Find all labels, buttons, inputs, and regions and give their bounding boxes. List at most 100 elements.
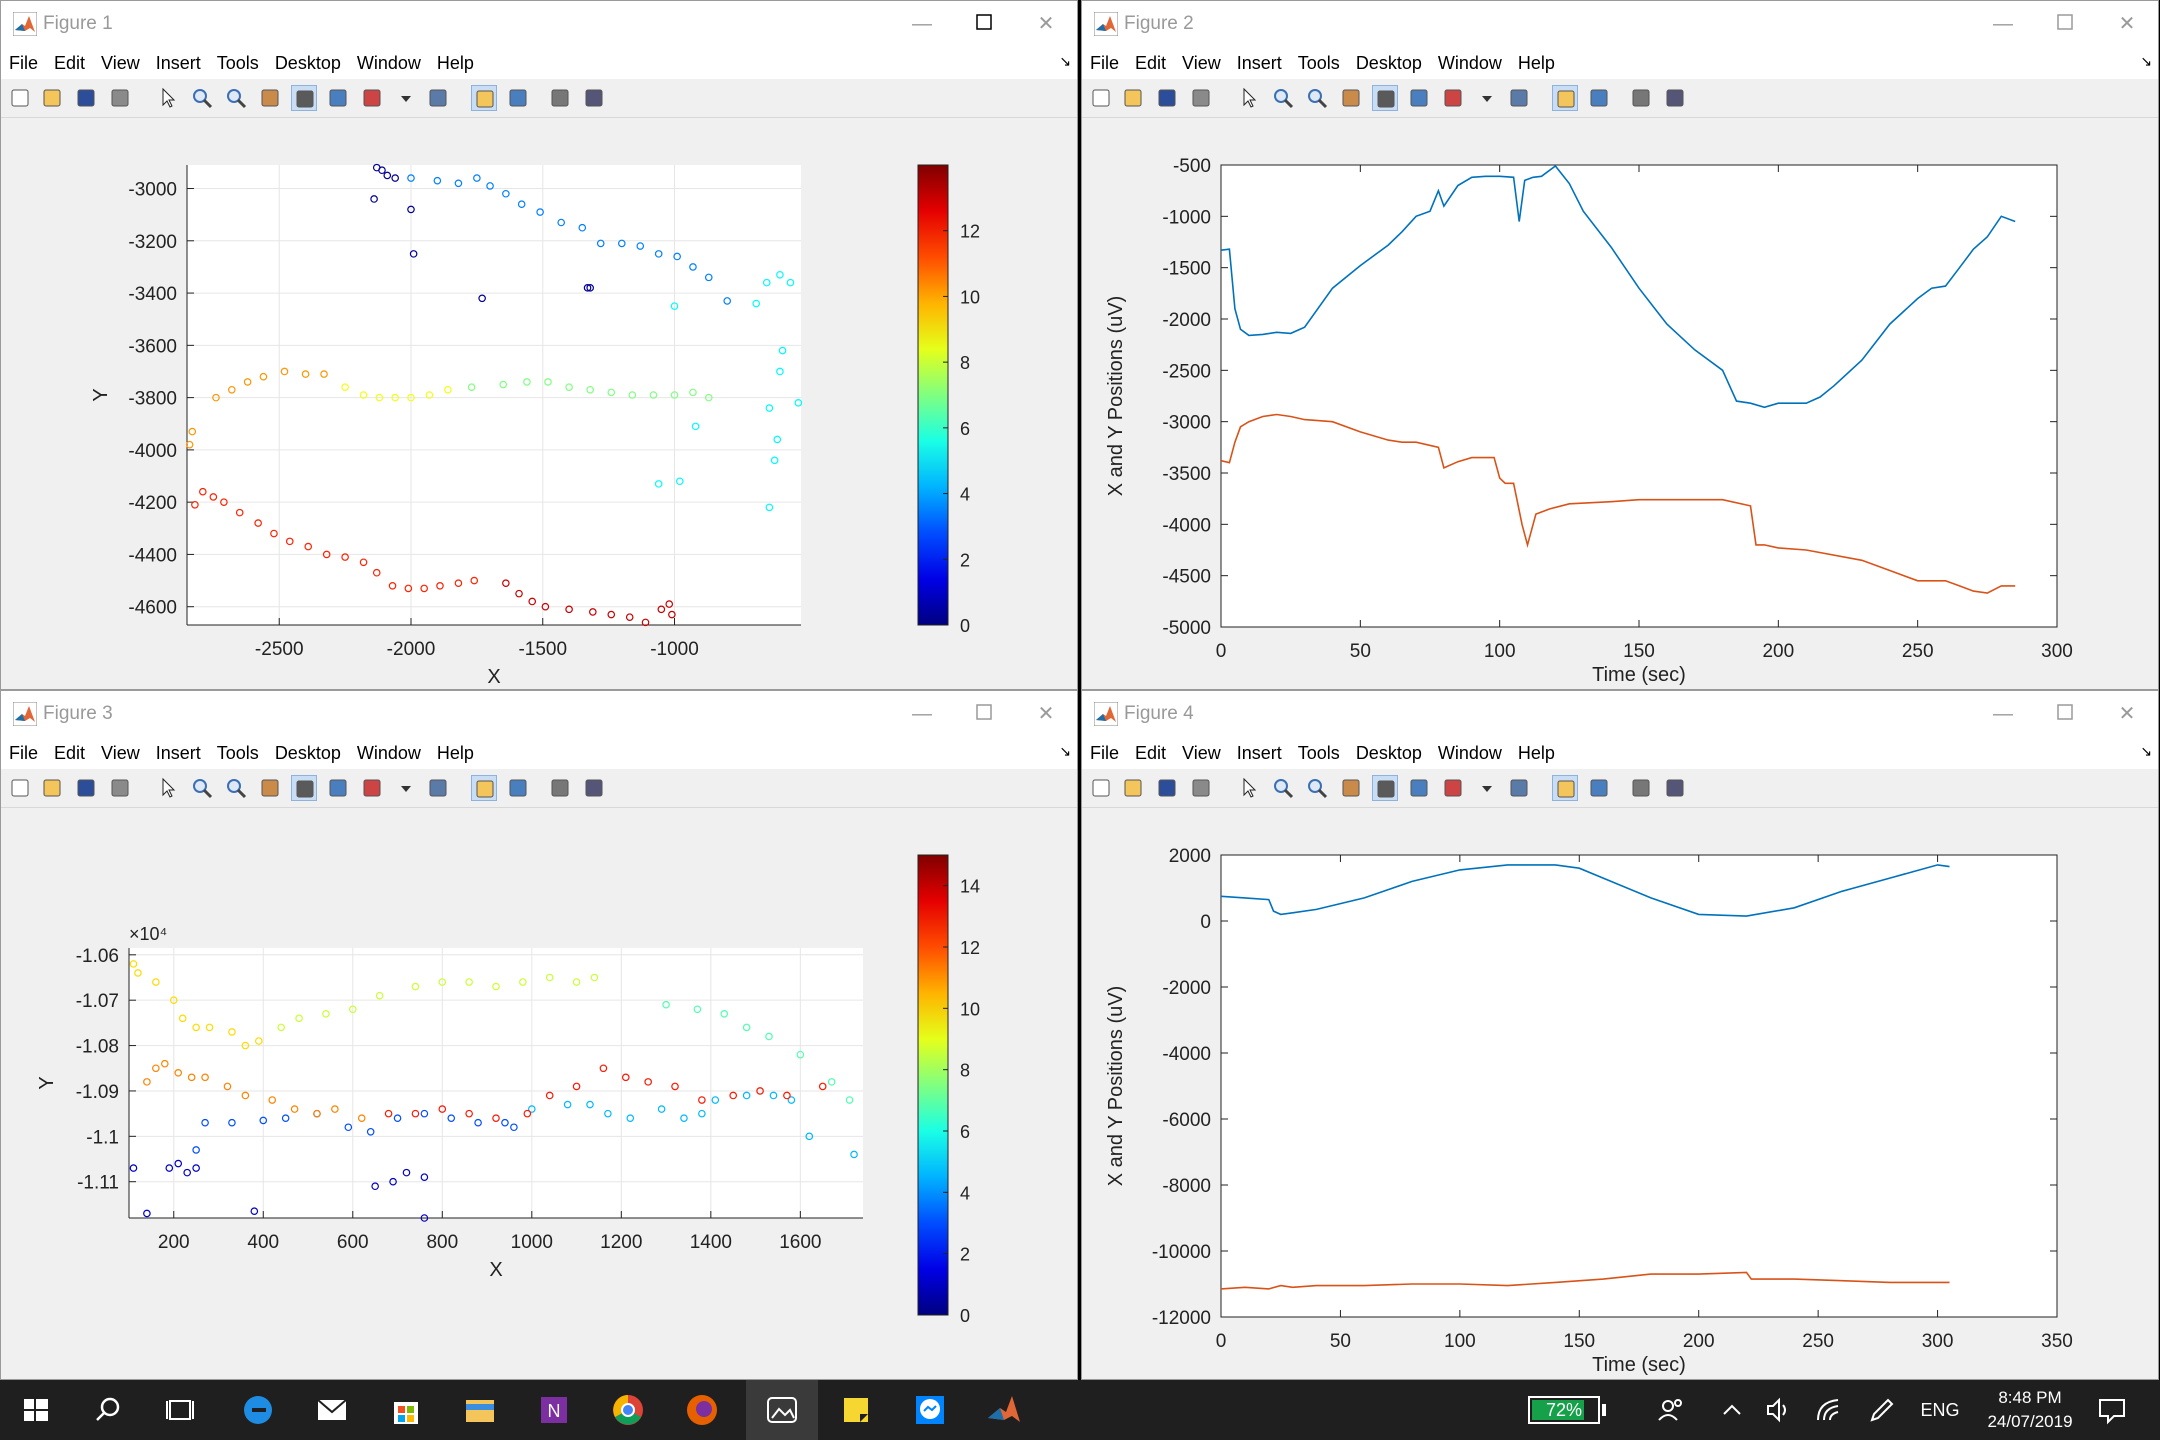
open-file-icon[interactable] <box>1120 85 1146 111</box>
language-indicator[interactable]: ENG <box>1912 1380 1968 1440</box>
matlab-icon[interactable] <box>982 1388 1026 1432</box>
menu-view[interactable]: View <box>93 737 148 769</box>
brush-dropdown-icon[interactable] <box>393 775 419 801</box>
minimize-button[interactable]: — <box>891 691 953 737</box>
rotate-3d-icon[interactable] <box>1372 85 1398 111</box>
figure-canvas[interactable]: -2500 -2000 -1500 -1000 -3000 -3200 -3400 -3600… <box>1 118 1077 690</box>
title-bar[interactable]: Figure 1 — ✕ <box>1 1 1077 47</box>
menu-file[interactable]: File <box>1082 47 1127 79</box>
edge-browser-icon[interactable] <box>236 1388 280 1432</box>
axes-background[interactable] <box>1220 854 2058 1318</box>
hide-plot-tools-icon[interactable] <box>1628 775 1654 801</box>
show-plot-tools-icon[interactable] <box>581 85 607 111</box>
axes-background[interactable] <box>129 948 863 1218</box>
brush-dropdown-icon[interactable] <box>1474 85 1500 111</box>
colorbar-icon[interactable] <box>471 775 497 801</box>
task-view-icon[interactable] <box>158 1388 202 1432</box>
show-plot-tools-icon[interactable] <box>1662 85 1688 111</box>
pointer-icon[interactable] <box>1236 85 1262 111</box>
colorbar-icon[interactable] <box>1552 85 1578 111</box>
plot-svg-1[interactable]: -2500 -2000 -1500 -1000 -3000 -3200 -3400 -3600… <box>1 118 1077 690</box>
people-icon[interactable] <box>1650 1388 1694 1432</box>
new-figure-icon[interactable] <box>7 85 33 111</box>
menu-help[interactable]: Help <box>429 47 482 79</box>
brush-dropdown-icon[interactable] <box>1474 775 1500 801</box>
brush-icon[interactable] <box>359 85 385 111</box>
minimize-button[interactable]: — <box>1972 1 2034 47</box>
menu-help[interactable]: Help <box>429 737 482 769</box>
pen-icon[interactable] <box>1860 1388 1904 1432</box>
photos-icon[interactable] <box>760 1388 804 1432</box>
zoom-in-icon[interactable] <box>189 85 215 111</box>
menu-tools[interactable]: Tools <box>209 737 267 769</box>
new-figure-icon[interactable] <box>1088 775 1114 801</box>
menu-file[interactable]: File <box>1 47 46 79</box>
minimize-button[interactable]: — <box>891 1 953 47</box>
wifi-icon[interactable] <box>1808 1388 1852 1432</box>
plot-svg-2[interactable]: 0 50 100 150 200 250 300 -500 -1000 -1500 -2000 -25… <box>1082 118 2158 690</box>
open-file-icon[interactable] <box>1120 775 1146 801</box>
plot-svg-4[interactable]: 0 50 100 150 200 250 300 350 2000 0 -2000 -4000 -600… <box>1082 808 2158 1380</box>
menu-insert[interactable]: Insert <box>148 47 209 79</box>
zoom-in-icon[interactable] <box>1270 85 1296 111</box>
show-plot-tools-icon[interactable] <box>1662 775 1688 801</box>
start-windows-icon[interactable] <box>14 1388 58 1432</box>
data-cursor-icon[interactable] <box>1406 775 1432 801</box>
pan-hand-icon[interactable] <box>1338 775 1364 801</box>
onenote-icon[interactable]: N <box>532 1388 576 1432</box>
open-file-icon[interactable] <box>39 85 65 111</box>
rotate-3d-icon[interactable] <box>291 85 317 111</box>
menu-desktop[interactable]: Desktop <box>267 737 349 769</box>
sticky-notes-icon[interactable] <box>834 1388 878 1432</box>
legend-icon[interactable] <box>1586 775 1612 801</box>
figure-window-1[interactable]: Figure 1 — ✕ File Edit View Insert Tools Deskt… <box>0 0 1078 690</box>
hide-plot-tools-icon[interactable] <box>547 775 573 801</box>
save-icon[interactable] <box>1154 85 1180 111</box>
link-plot-icon[interactable] <box>425 775 451 801</box>
menu-desktop[interactable]: Desktop <box>1348 47 1430 79</box>
colorbar[interactable] <box>917 164 949 626</box>
brush-dropdown-icon[interactable] <box>393 85 419 111</box>
volume-icon[interactable] <box>1756 1388 1800 1432</box>
link-plot-icon[interactable] <box>1506 85 1532 111</box>
save-icon[interactable] <box>1154 775 1180 801</box>
maximize-button[interactable] <box>2034 1 2096 47</box>
title-bar[interactable]: Figure 2 — ✕ <box>1082 1 2158 47</box>
rotate-3d-icon[interactable] <box>1372 775 1398 801</box>
legend-icon[interactable] <box>505 775 531 801</box>
zoom-out-icon[interactable] <box>1304 775 1330 801</box>
brush-icon[interactable] <box>1440 775 1466 801</box>
menu-desktop[interactable]: Desktop <box>1348 737 1430 769</box>
dock-arrow-icon[interactable]: ↘ <box>1059 743 1071 760</box>
maximize-button[interactable] <box>953 1 1015 47</box>
menu-window[interactable]: Window <box>349 47 429 79</box>
figure-canvas[interactable]: 0 50 100 150 200 250 300 -500 -1000 -1500 -2000 -25… <box>1082 118 2158 690</box>
pan-hand-icon[interactable] <box>1338 85 1364 111</box>
figure-window-2[interactable]: Figure 2 — ✕ File Edit View Insert Tools Deskt… <box>1081 0 2159 690</box>
store-icon[interactable] <box>384 1388 428 1432</box>
menu-view[interactable]: View <box>1174 47 1229 79</box>
save-icon[interactable] <box>73 85 99 111</box>
title-bar[interactable]: Figure 4 — ✕ <box>1082 691 2158 737</box>
pointer-icon[interactable] <box>1236 775 1262 801</box>
menu-tools[interactable]: Tools <box>1290 737 1348 769</box>
close-button[interactable]: ✕ <box>1015 1 1077 47</box>
messenger-icon[interactable] <box>908 1388 952 1432</box>
menu-edit[interactable]: Edit <box>46 737 93 769</box>
brush-icon[interactable] <box>359 775 385 801</box>
close-button[interactable]: ✕ <box>1015 691 1077 737</box>
colorbar[interactable] <box>917 854 949 1316</box>
print-icon[interactable] <box>107 85 133 111</box>
dock-arrow-icon[interactable]: ↘ <box>1059 53 1071 70</box>
figure-canvas[interactable]: 0 50 100 150 200 250 300 350 2000 0 -2000 -4000 -600… <box>1082 808 2158 1380</box>
menu-edit[interactable]: Edit <box>46 47 93 79</box>
save-icon[interactable] <box>73 775 99 801</box>
figure-canvas[interactable]: 200 400 600 800 1000 1200 1400 1600 -1.06 -1.07 -1… <box>1 808 1077 1379</box>
search-icon[interactable] <box>86 1388 130 1432</box>
file-explorer-icon[interactable] <box>458 1388 502 1432</box>
data-cursor-icon[interactable] <box>1406 85 1432 111</box>
figure-window-4[interactable]: Figure 4 — ✕ File Edit View Insert Tools Deskt… <box>1081 690 2159 1380</box>
show-plot-tools-icon[interactable] <box>581 775 607 801</box>
close-button[interactable]: ✕ <box>2096 1 2158 47</box>
print-icon[interactable] <box>107 775 133 801</box>
